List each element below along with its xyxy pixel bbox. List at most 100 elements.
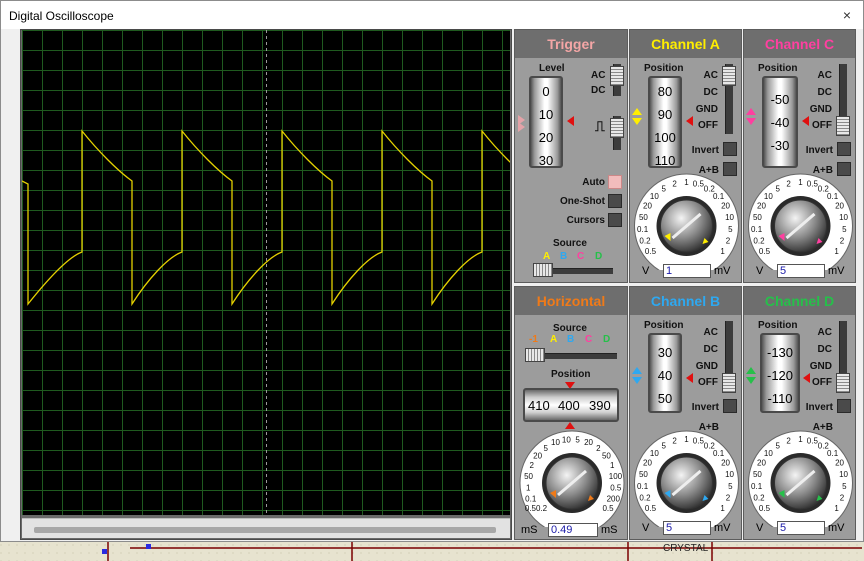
coupling-gnd: GND <box>695 361 718 372</box>
trigger-dc-label: DC <box>591 85 606 96</box>
knob-scale-label: 10 <box>839 470 848 479</box>
channel-c-position-drum[interactable]: -50 -40 -30 <box>762 76 798 168</box>
knob-scale-label: 0.5 <box>693 437 705 446</box>
channel-c-volts-knob[interactable]: 0.5 0.2 0.1 50 20 10 5 2 1 0.5 0.2 0.1 20 10 5 2 1 <box>744 170 855 270</box>
trigger-source-d[interactable]: D <box>595 251 602 262</box>
knob-scale-label: 2 <box>726 494 731 503</box>
knob-scale-label: 0.2 <box>639 237 651 246</box>
channel-d-unit-right: mV <box>828 522 845 534</box>
channel-a-position-drum[interactable]: 80 90 100 110 <box>648 76 682 168</box>
knob-scale-label: 10 <box>725 213 734 222</box>
knob-scale-label: 50 <box>753 213 762 222</box>
horizontal-source-c[interactable]: C <box>585 334 592 345</box>
trigger-title: Trigger <box>515 30 627 58</box>
channel-d-volts-knob[interactable]: 0.5 0.2 0.1 50 20 10 5 2 1 0.5 0.2 0.1 20 10 5 2 1 <box>744 427 855 527</box>
knob-scale-label: 50 <box>524 472 533 481</box>
knob-scale-label: 200 <box>607 494 621 503</box>
channel-b-volts-knob[interactable]: 0.5 0.2 0.1 50 20 10 5 2 1 0.5 0.2 0.1 20 10 5 2 1 <box>630 427 741 527</box>
oneshot-button[interactable] <box>608 194 622 208</box>
hpos-tick: 390 <box>589 398 611 413</box>
horizontal-source-d[interactable]: D <box>603 334 610 345</box>
channel-d-coupling-thumb[interactable] <box>836 373 850 393</box>
knob-scale-label: 5 <box>543 444 548 453</box>
title-bar[interactable]: Digital Oscilloscope × <box>1 1 863 29</box>
knob-scale-label: 2 <box>672 437 677 446</box>
auto-button[interactable] <box>608 175 622 189</box>
horizontal-position-drum[interactable]: 410 400 390 <box>523 388 619 422</box>
horizontal-scrollbar[interactable] <box>22 518 510 538</box>
auto-label: Auto <box>582 177 605 188</box>
knob-scale-label: 20 <box>721 459 730 468</box>
channel-b-value[interactable]: 5 <box>663 521 711 535</box>
edge-slider-thumb[interactable] <box>610 118 624 138</box>
channel-b-position-drum[interactable]: 30 40 50 <box>648 333 682 413</box>
scrollbar-thumb[interactable] <box>34 527 496 533</box>
knob-scale-label: 2 <box>672 180 677 189</box>
knob-scale-label: 0.1 <box>751 482 763 491</box>
position-tick: 110 <box>654 153 676 168</box>
knob-graphic: 0.50.20.150201052 1 0.50.20.12010521 <box>634 430 739 527</box>
channel-a-value[interactable]: 1 <box>663 264 711 278</box>
trigger-source-c[interactable]: C <box>577 251 584 262</box>
coupling-ac: AC <box>703 327 718 338</box>
channel-b-coupling-thumb[interactable] <box>722 373 736 393</box>
trigger-source-b[interactable]: B <box>560 251 567 262</box>
knob-scale-label: 20 <box>835 202 844 211</box>
horizontal-source-thumb[interactable] <box>525 348 545 362</box>
position-tick: -30 <box>770 138 790 153</box>
horizontal-position-label: Position <box>551 369 591 380</box>
channel-c-position-label: Position <box>758 63 798 74</box>
knob-scale-label: 2 <box>786 180 791 189</box>
coupling-gnd: GND <box>809 361 832 372</box>
trigger-source-a[interactable]: A <box>543 251 550 262</box>
knob-scale-label: 0.5 <box>610 483 622 492</box>
knob-scale-label: 0.1 <box>637 482 649 491</box>
knob-scale-label: 5 <box>842 225 847 234</box>
knob-scale-label: 10 <box>650 449 659 458</box>
timebase-knob[interactable]: 0.50.2 0.1 1 50 2 20 5 10 10 5 20 2 50 1 100 0.5 200 0.5 <box>515 427 627 527</box>
coupling-dc: DC <box>703 344 718 355</box>
channel-d-marker-down <box>746 377 756 384</box>
channel-a-volts-knob[interactable]: 0.5 0.2 0.1 50 20 10 5 2 1 0.5 0.2 0.1 20 10 5 2 1 <box>630 170 741 270</box>
channel-b-invert-button[interactable] <box>723 399 737 413</box>
channel-d-invert-button[interactable] <box>837 399 851 413</box>
channel-d-panel: Channel D Position -130 -120 -110 AC DC … <box>743 286 856 540</box>
coupling-ac: AC <box>817 327 832 338</box>
horizontal-source-b[interactable]: B <box>567 334 574 345</box>
knob-scale-label: 10 <box>839 213 848 222</box>
coupling-ac: AC <box>703 70 718 81</box>
channel-c-unit-right: mV <box>828 265 845 277</box>
coupling-dc: DC <box>817 87 832 98</box>
knob-scale-label: 0.1 <box>827 449 839 458</box>
horizontal-source-a[interactable]: A <box>550 334 557 345</box>
level-drum[interactable]: 0 10 20 30 <box>529 76 563 168</box>
channel-b-invert-label: Invert <box>691 402 719 413</box>
channel-a-invert-button[interactable] <box>723 142 737 156</box>
knob-scale-label: 0.2 <box>639 494 651 503</box>
knob-scale-label: 20 <box>835 459 844 468</box>
knob-scale-label: 5 <box>728 482 733 491</box>
horizontal-source-1[interactable]: -1 <box>529 334 538 345</box>
knob-scale-label: 20 <box>584 438 593 447</box>
channel-c-coupling-thumb[interactable] <box>836 116 850 136</box>
channel-d-position-drum[interactable]: -130 -120 -110 <box>760 333 800 413</box>
knob-scale-label: 2 <box>840 237 845 246</box>
knob-scale-label: 0.2 <box>753 237 765 246</box>
knob-scale-label: 0.5 <box>759 504 771 513</box>
channel-d-value[interactable]: 5 <box>777 521 825 535</box>
trigger-source-thumb[interactable] <box>533 263 553 277</box>
knob-scale-label: 2 <box>726 237 731 246</box>
channel-c-value[interactable]: 5 <box>777 264 825 278</box>
position-tick: -130 <box>766 345 794 360</box>
channel-c-invert-button[interactable] <box>837 142 851 156</box>
cursors-button[interactable] <box>608 213 622 227</box>
channel-d-invert-label: Invert <box>805 402 833 413</box>
channel-a-coupling-thumb[interactable] <box>722 66 736 86</box>
channel-a-title: Channel A <box>630 30 741 58</box>
horizontal-title: Horizontal <box>515 287 627 315</box>
coupling-slider-thumb[interactable] <box>610 66 624 86</box>
close-button[interactable]: × <box>839 7 855 23</box>
time-value[interactable]: 0.49 <box>548 523 598 537</box>
channel-c-invert-label: Invert <box>805 145 833 156</box>
coupling-off: OFF <box>698 120 718 131</box>
